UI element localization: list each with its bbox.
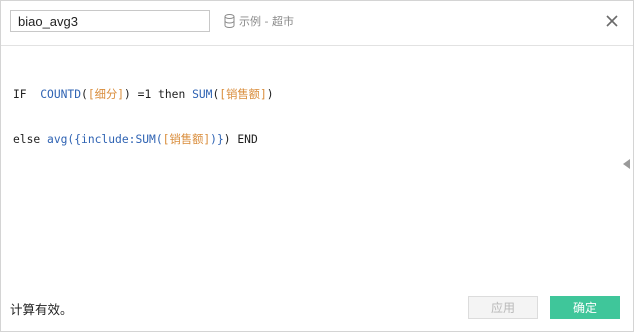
formula-token-kw: (	[81, 88, 88, 101]
formula-token-fld: [销售额]	[162, 133, 211, 146]
formula-token-pn: include:	[81, 133, 136, 146]
formula-token-kw: else	[13, 133, 48, 146]
formula-token-pn: (	[155, 133, 163, 146]
ok-button[interactable]: 确定	[550, 296, 620, 319]
formula-token-pn: )}	[210, 133, 224, 146]
datasource-name: 示例 - 超市	[239, 15, 294, 28]
formula-token-fn: SUM	[135, 133, 156, 146]
close-button[interactable]	[602, 11, 622, 31]
calculation-editor-dialog: 示例 - 超市 IF COUNTD([细分]) =1 then SUM([销售额…	[0, 0, 634, 332]
datasource-label-group: 示例 - 超市	[224, 13, 294, 29]
formula-line-1: IF COUNTD([细分]) =1 then SUM([销售额])	[13, 87, 613, 102]
formula-line-2: else avg({include:SUM([销售额])}) END	[13, 132, 613, 147]
dialog-header: 示例 - 超市	[1, 1, 633, 46]
validation-status: 计算有效。	[10, 302, 73, 317]
formula-token-kw: ) END	[223, 133, 258, 146]
formula-token-fld: [销售额]	[219, 88, 267, 101]
formula-editor[interactable]: IF COUNTD([细分]) =1 then SUM([销售额]) else …	[13, 57, 613, 277]
calculation-name-input[interactable]	[10, 10, 210, 32]
formula-token-pn: ({	[67, 133, 82, 146]
formula-token-fld: [细分]	[87, 88, 125, 101]
close-icon	[606, 15, 618, 27]
formula-token-kw: ) =1 then	[124, 88, 193, 101]
formula-token-fn: COUNTD	[40, 88, 82, 101]
apply-button[interactable]: 应用	[468, 296, 538, 319]
formula-token-kw: IF	[13, 88, 41, 101]
formula-token-fn: SUM	[192, 88, 213, 101]
database-icon	[224, 14, 235, 28]
formula-token-kw: )	[266, 88, 274, 101]
expand-panel-arrow-icon[interactable]	[623, 159, 631, 169]
formula-token-fn: avg	[47, 133, 68, 146]
